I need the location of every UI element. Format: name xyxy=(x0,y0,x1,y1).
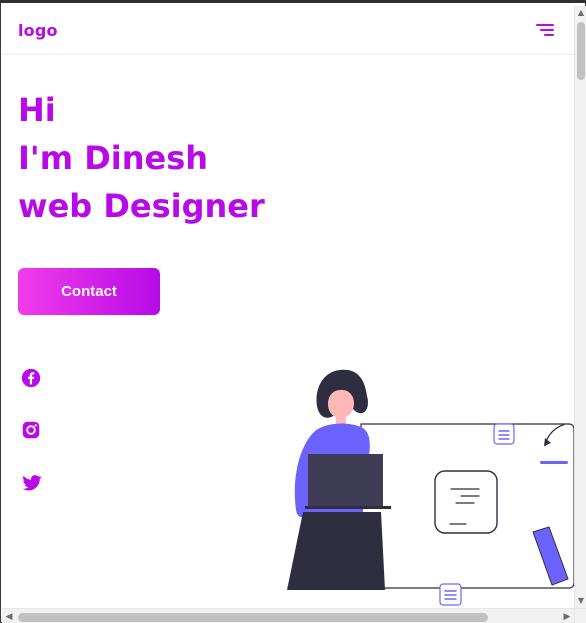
site-logo[interactable]: logo xyxy=(18,21,58,40)
contact-button[interactable]: Contact xyxy=(18,268,160,315)
page-viewport: logo Hi I'm Dinesh web Designer Contact xyxy=(2,6,574,608)
browser-window: logo Hi I'm Dinesh web Designer Contact xyxy=(0,0,586,623)
scroll-down-arrow-icon[interactable]: ▼ xyxy=(575,594,586,608)
twitter-link[interactable] xyxy=(20,471,42,493)
horizontal-scrollbar[interactable]: ◀ ▶ xyxy=(2,608,574,623)
scroll-right-arrow-icon[interactable]: ▶ xyxy=(560,609,574,623)
instagram-icon xyxy=(20,419,42,441)
vertical-scrollbar[interactable]: ▲ ▼ xyxy=(574,6,586,608)
menu-icon xyxy=(536,23,554,37)
vertical-scroll-thumb[interactable] xyxy=(577,22,585,80)
scroll-up-arrow-icon[interactable]: ▲ xyxy=(575,6,586,20)
facebook-link[interactable] xyxy=(20,367,42,389)
scroll-left-arrow-icon[interactable]: ◀ xyxy=(2,609,16,623)
menu-button[interactable] xyxy=(532,17,558,43)
scrollbar-corner xyxy=(574,608,586,623)
horizontal-scroll-thumb[interactable] xyxy=(18,613,488,622)
twitter-icon xyxy=(20,471,42,493)
social-links xyxy=(20,367,42,493)
hero-heading: Hi I'm Dinesh web Designer xyxy=(18,86,265,230)
site-header: logo xyxy=(2,6,574,55)
instagram-link[interactable] xyxy=(20,419,42,441)
facebook-icon xyxy=(20,367,42,389)
hero-line-1: Hi xyxy=(18,91,56,129)
hero-illustration xyxy=(273,362,574,608)
hero-line-3: web Designer xyxy=(18,187,265,225)
hero-line-2: I'm Dinesh xyxy=(18,139,209,177)
